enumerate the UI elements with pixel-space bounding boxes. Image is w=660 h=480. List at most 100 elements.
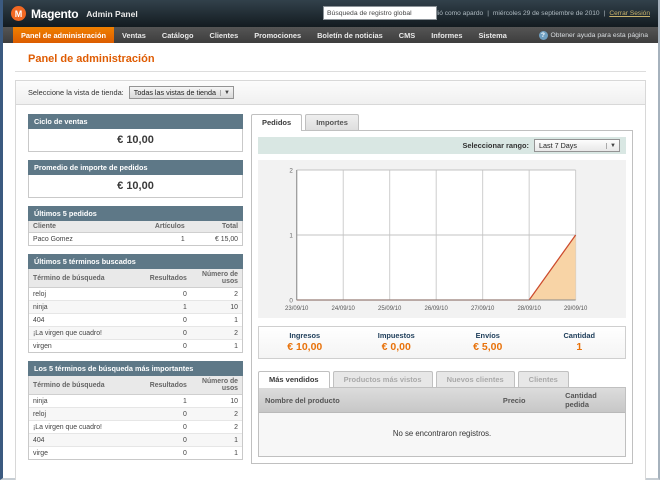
cell-term: ¡La virgen que cuadro! bbox=[29, 421, 140, 434]
nav-item-promociones[interactable]: Promociones bbox=[246, 27, 309, 43]
chevron-down-icon: ▼ bbox=[220, 90, 230, 96]
nav-item-cms[interactable]: CMS bbox=[391, 27, 423, 43]
store-view-label: Seleccione la vista de tienda: bbox=[28, 88, 124, 97]
total-label: Envíos bbox=[442, 331, 534, 340]
last-search-terms-box: Últimos 5 términos buscados Término de b… bbox=[28, 254, 243, 353]
svg-text:28/09/10: 28/09/10 bbox=[517, 305, 541, 312]
col-header: Cantidad pedida bbox=[559, 388, 625, 413]
table-row[interactable]: reloj 0 2 bbox=[29, 408, 242, 421]
table-row[interactable]: reloj 0 2 bbox=[29, 288, 242, 301]
cell-term: reloj bbox=[29, 288, 140, 301]
cell-items: 1 bbox=[136, 233, 189, 246]
table-row[interactable]: Paco Gomez 1 € 15,00 bbox=[29, 233, 242, 246]
magento-logo-icon: M bbox=[11, 6, 26, 21]
help-link[interactable]: ? Obtener ayuda para esta página bbox=[539, 27, 659, 43]
svg-text:24/09/10: 24/09/10 bbox=[332, 305, 356, 312]
col-header: Cliente bbox=[29, 221, 136, 233]
cell-uses: 2 bbox=[191, 421, 242, 434]
current-date: miércoles 29 de septiembre de 2010 bbox=[493, 10, 600, 17]
tab-clientes: Clientes bbox=[518, 371, 569, 387]
page-title: Panel de administración bbox=[28, 53, 645, 65]
total-label: Cantidad bbox=[534, 331, 626, 340]
session-info: Accedió como apardo | miércoles 29 de se… bbox=[419, 10, 650, 17]
range-value: Last 7 Days bbox=[539, 141, 577, 150]
table-row[interactable]: ¡La virgen que cuadro! 0 2 bbox=[29, 327, 242, 340]
box-title: Ciclo de ventas bbox=[28, 114, 243, 129]
col-header: Total bbox=[189, 221, 242, 233]
cell-results: 0 bbox=[140, 327, 191, 340]
tab-mas-vendidos[interactable]: Más vendidos bbox=[258, 371, 330, 388]
logo-text: Magento bbox=[31, 7, 78, 21]
table-row[interactable]: virgen 0 1 bbox=[29, 340, 242, 353]
col-header: Término de búsqueda bbox=[29, 376, 140, 395]
content-area: Panel de administración Seleccione la vi… bbox=[3, 43, 658, 480]
col-header: Término de búsqueda bbox=[29, 269, 140, 288]
cell-uses: 10 bbox=[191, 395, 242, 408]
svg-text:2: 2 bbox=[289, 167, 293, 174]
admin-window: M Magento Admin Panel Accedió como apard… bbox=[0, 0, 660, 480]
products-table-card: Nombre del producto Precio Cantidad pedi… bbox=[258, 387, 626, 457]
svg-text:25/09/10: 25/09/10 bbox=[378, 305, 402, 312]
orders-chart-box: 01223/09/1024/09/1025/09/1026/09/1027/09… bbox=[258, 160, 626, 318]
top-header: M Magento Admin Panel Accedió como apard… bbox=[3, 0, 658, 27]
main-nav: Panel de administración Ventas Catálogo … bbox=[3, 27, 658, 43]
orders-card: Seleccionar rango: Last 7 Days ▼ 01223/0… bbox=[251, 130, 633, 464]
cell-uses: 1 bbox=[191, 314, 242, 327]
table-row[interactable]: ¡La virgen que cuadro! 0 2 bbox=[29, 421, 242, 434]
cell-results: 0 bbox=[140, 314, 191, 327]
store-view-select[interactable]: Todas las vistas de tienda ▼ bbox=[129, 86, 234, 99]
cell-uses: 1 bbox=[191, 340, 242, 353]
nav-item-boletin[interactable]: Boletín de noticias bbox=[309, 27, 391, 43]
tab-nuevos-clientes: Nuevos clientes bbox=[436, 371, 515, 387]
nav-item-clientes[interactable]: Clientes bbox=[201, 27, 246, 43]
cell-term: ¡La virgen que cuadro! bbox=[29, 327, 140, 340]
col-header: Artículos bbox=[136, 221, 189, 233]
total-ingresos: Ingresos € 10,00 bbox=[259, 331, 351, 353]
global-search-input[interactable] bbox=[323, 6, 437, 20]
nav-item-informes[interactable]: Informes bbox=[423, 27, 470, 43]
logout-link[interactable]: Cerrar Sesión bbox=[609, 10, 650, 17]
nav-item-sistema[interactable]: Sistema bbox=[470, 27, 514, 43]
tab-importes[interactable]: Importes bbox=[305, 114, 359, 130]
cell-results: 1 bbox=[140, 395, 191, 408]
table-row[interactable]: 404 0 1 bbox=[29, 434, 242, 447]
table-row[interactable]: ninja 1 10 bbox=[29, 395, 242, 408]
cell-uses: 10 bbox=[191, 301, 242, 314]
nav-item-ventas[interactable]: Ventas bbox=[114, 27, 154, 43]
tab-productos-mas-vistos: Productos más vistos bbox=[333, 371, 433, 387]
cell-uses: 1 bbox=[191, 447, 242, 460]
svg-text:26/09/10: 26/09/10 bbox=[425, 305, 449, 312]
last-orders-box: Últimos 5 pedidos Cliente Artículos Tota… bbox=[28, 206, 243, 246]
cell-term: ninja bbox=[29, 395, 140, 408]
cell-results: 0 bbox=[140, 408, 191, 421]
store-view-value: Todas las vistas de tienda bbox=[134, 88, 216, 97]
table-row[interactable]: virge 0 1 bbox=[29, 447, 242, 460]
col-header: Resultados bbox=[140, 376, 191, 395]
chevron-down-icon: ▼ bbox=[606, 143, 616, 149]
col-header: Nombre del producto bbox=[259, 388, 497, 413]
total-value: € 0,00 bbox=[351, 341, 443, 353]
sales-cycle-box: Ciclo de ventas € 10,00 bbox=[28, 114, 243, 152]
chart-tabs: Pedidos Importes bbox=[251, 114, 633, 130]
tab-pedidos[interactable]: Pedidos bbox=[251, 114, 302, 131]
store-view-strip: Seleccione la vista de tienda: Todas las… bbox=[16, 81, 645, 105]
range-select[interactable]: Last 7 Days ▼ bbox=[534, 139, 620, 152]
top-search-terms-table: Término de búsqueda Resultados Número de… bbox=[29, 376, 242, 459]
col-header: Resultados bbox=[140, 269, 191, 288]
sales-cycle-value: € 10,00 bbox=[28, 129, 243, 152]
svg-text:29/09/10: 29/09/10 bbox=[564, 305, 588, 312]
total-value: € 10,00 bbox=[259, 341, 351, 353]
cell-term: virgen bbox=[29, 340, 140, 353]
table-row[interactable]: ninja 1 10 bbox=[29, 301, 242, 314]
cell-term: 404 bbox=[29, 314, 140, 327]
cell-term: 404 bbox=[29, 434, 140, 447]
cell-term: reloj bbox=[29, 408, 140, 421]
box-title: Últimos 5 pedidos bbox=[28, 206, 243, 221]
total-impuestos: Impuestos € 0,00 bbox=[351, 331, 443, 353]
nav-item-dashboard[interactable]: Panel de administración bbox=[13, 27, 114, 43]
total-label: Impuestos bbox=[351, 331, 443, 340]
nav-item-catalogo[interactable]: Catálogo bbox=[154, 27, 202, 43]
help-icon: ? bbox=[539, 31, 548, 40]
total-value: € 5,00 bbox=[442, 341, 534, 353]
table-row[interactable]: 404 0 1 bbox=[29, 314, 242, 327]
